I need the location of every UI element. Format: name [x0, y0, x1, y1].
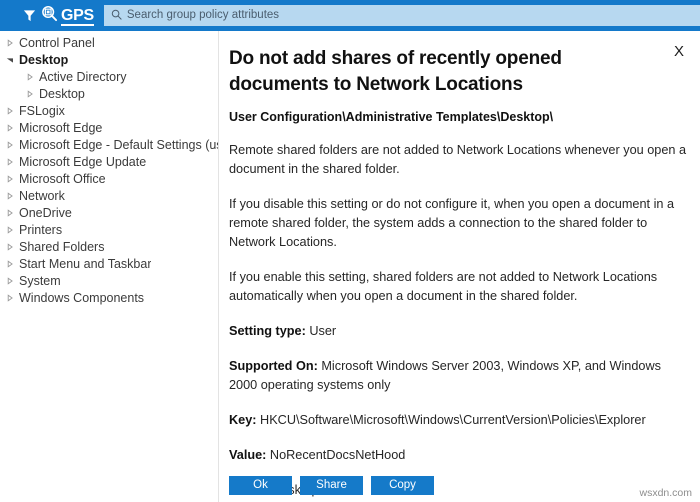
supported-on-label: Supported On:	[229, 359, 318, 373]
chevron-right-icon[interactable]	[6, 277, 19, 285]
chevron-down-icon[interactable]	[6, 56, 19, 64]
sidebar-item-label: Shared Folders	[19, 240, 104, 254]
app-header-bar: GPS	[0, 0, 700, 31]
close-icon[interactable]: X	[670, 42, 688, 60]
chevron-right-icon[interactable]	[6, 260, 19, 268]
ok-button[interactable]: Ok	[229, 476, 292, 495]
search-container	[104, 5, 700, 26]
registry-key-field: Key: HKCU\Software\Microsoft\Windows\Cur…	[229, 411, 688, 430]
chevron-right-icon[interactable]	[26, 90, 39, 98]
search-input[interactable]	[127, 6, 700, 25]
sidebar-item-printers[interactable]: Printers	[0, 221, 218, 238]
watermark: wsxdn.com	[639, 487, 692, 499]
sidebar-item-network[interactable]: Network	[0, 187, 218, 204]
sidebar-item-label: Microsoft Edge - Default Settings (users…	[19, 138, 218, 152]
sidebar-item-label: Control Panel	[19, 36, 95, 50]
policy-tree-sidebar[interactable]: Control Panel Desktop Active Directory Desk…	[0, 31, 218, 502]
chevron-right-icon[interactable]	[6, 39, 19, 47]
sidebar-item-microsoft-edge-default-settings-users-can-override[interactable]: Microsoft Edge - Default Settings (users…	[0, 136, 218, 153]
setting-type-field: Setting type: User	[229, 322, 688, 341]
sidebar-item-desktop[interactable]: Desktop	[0, 51, 218, 68]
brand-name: GPS	[61, 8, 94, 24]
copy-button[interactable]: Copy	[371, 476, 434, 495]
sidebar-item-label: Microsoft Edge	[19, 121, 102, 135]
sidebar-item-label: OneDrive	[19, 206, 72, 220]
search-icon	[111, 7, 122, 25]
page-title: Do not add shares of recently opened doc…	[229, 46, 640, 98]
filter-funnel-icon	[22, 8, 37, 23]
sidebar-item-label: Active Directory	[39, 70, 127, 84]
chevron-right-icon[interactable]	[6, 243, 19, 251]
action-button-row: Ok Share Copy	[229, 476, 434, 495]
sidebar-item-active-directory[interactable]: Active Directory	[0, 68, 218, 85]
chevron-right-icon[interactable]	[6, 124, 19, 132]
sidebar-item-microsoft-edge-update[interactable]: Microsoft Edge Update	[0, 153, 218, 170]
sidebar-item-microsoft-office[interactable]: Microsoft Office	[0, 170, 218, 187]
description-paragraph-3: If you enable this setting, shared folde…	[229, 268, 688, 306]
chevron-right-icon[interactable]	[6, 175, 19, 183]
chevron-right-icon[interactable]	[6, 209, 19, 217]
sidebar-item-control-panel[interactable]: Control Panel	[0, 34, 218, 51]
sidebar-item-label: Network	[19, 189, 65, 203]
chevron-right-icon[interactable]	[6, 107, 19, 115]
policy-detail-pane: X Do not add shares of recently opened d…	[219, 31, 700, 502]
sidebar-item-label: Start Menu and Taskbar	[19, 257, 151, 271]
sidebar-item-label: FSLogix	[19, 104, 65, 118]
sidebar-item-label: System	[19, 274, 61, 288]
sidebar-item-label: Desktop	[39, 87, 85, 101]
gps-policy-viewer-window: GPS Control Panel Desktop Active Directory…	[0, 0, 700, 502]
setting-type-value: User	[309, 324, 336, 338]
breadcrumb: User Configuration\Administrative Templa…	[229, 109, 688, 125]
description-paragraph-2: If you disable this setting or do not co…	[229, 195, 688, 252]
chevron-right-icon[interactable]	[6, 141, 19, 149]
sidebar-item-label: Desktop	[19, 53, 68, 67]
sidebar-item-label: Microsoft Edge Update	[19, 155, 146, 169]
registry-value-value: NoRecentDocsNetHood	[270, 448, 405, 462]
chevron-right-icon[interactable]	[6, 192, 19, 200]
chevron-right-icon[interactable]	[6, 294, 19, 302]
registry-value-label: Value:	[229, 448, 266, 462]
registry-value-field: Value: NoRecentDocsNetHood	[229, 446, 688, 465]
chevron-right-icon[interactable]	[6, 158, 19, 166]
setting-type-label: Setting type:	[229, 324, 306, 338]
sidebar-item-windows-components[interactable]: Windows Components	[0, 289, 218, 306]
sidebar-item-system[interactable]: System	[0, 272, 218, 289]
chevron-right-icon[interactable]	[6, 226, 19, 234]
sidebar-item-shared-folders[interactable]: Shared Folders	[0, 238, 218, 255]
sidebar-item-label: Microsoft Office	[19, 172, 106, 186]
search-box[interactable]	[104, 5, 700, 26]
sidebar-item-onedrive[interactable]: OneDrive	[0, 204, 218, 221]
description-paragraph-1: Remote shared folders are not added to N…	[229, 141, 688, 179]
magnifying-glass-icon	[41, 5, 58, 27]
registry-key-label: Key:	[229, 413, 257, 427]
app-logo: GPS	[0, 5, 94, 27]
sidebar-item-fslogix[interactable]: FSLogix	[0, 102, 218, 119]
sidebar-item-microsoft-edge[interactable]: Microsoft Edge	[0, 119, 218, 136]
share-button[interactable]: Share	[300, 476, 363, 495]
chevron-right-icon[interactable]	[26, 73, 39, 81]
sidebar-item-start-menu-and-taskbar[interactable]: Start Menu and Taskbar	[0, 255, 218, 272]
sidebar-item-label: Windows Components	[19, 291, 144, 305]
sidebar-item-desktop[interactable]: Desktop	[0, 85, 218, 102]
supported-on-field: Supported On: Microsoft Windows Server 2…	[229, 357, 688, 395]
registry-key-value: HKCU\Software\Microsoft\Windows\CurrentV…	[260, 413, 646, 427]
sidebar-item-label: Printers	[19, 223, 62, 237]
